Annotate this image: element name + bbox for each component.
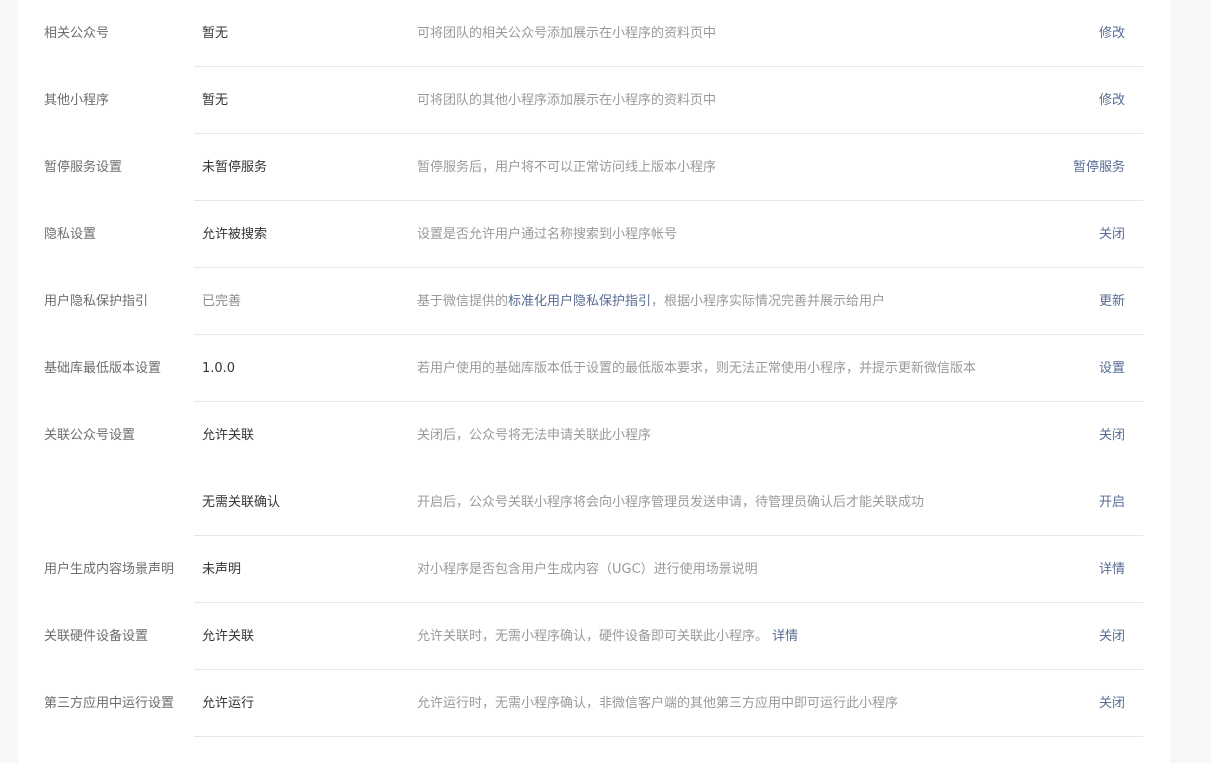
row-divider [194, 736, 1143, 737]
setting-row-link-official-account: 关联公众号设置 允许关联 关闭后，公众号将无法申请关联此小程序 关闭 [18, 402, 1170, 469]
setting-description: 基于微信提供的标准化用户隐私保护指引，根据小程序实际情况完善并展示给用户 [417, 268, 885, 335]
setting-label: 第三方应用中运行设置 [44, 696, 175, 711]
setting-value: 暂无 [202, 93, 229, 108]
close-search-link[interactable]: 关闭 [1099, 201, 1125, 268]
setting-label: 相关公众号 [44, 26, 110, 41]
setting-row-privacy: 隐私设置 允许被搜索 设置是否允许用户通过名称搜索到小程序帐号 关闭 [18, 201, 1170, 268]
ugc-details-link[interactable]: 详情 [1099, 536, 1125, 603]
modify-related-accounts-link[interactable]: 修改 [1099, 0, 1125, 67]
privacy-guide-link[interactable]: 标准化用户隐私保护指引 [508, 294, 651, 309]
setting-description: 关闭后，公众号将无法申请关联此小程序 [417, 428, 652, 443]
setting-row-pause-service: 暂停服务设置 未暂停服务 暂停服务后，用户将不可以正常访问线上版本小程序 暂停服… [18, 134, 1170, 201]
setting-row-other-mini-programs: 其他小程序 暂无 可将团队的其他小程序添加展示在小程序的资料页中 修改 [18, 67, 1170, 134]
setting-value: 未声明 [202, 562, 242, 577]
settings-card: 相关公众号 暂无 可将团队的相关公众号添加展示在小程序的资料页中 修改 其他小程… [18, 0, 1170, 763]
setting-description: 开启后，公众号关联小程序将会向小程序管理员发送申请，待管理员确认后才能关联成功 [417, 495, 925, 510]
setting-value: 未暂停服务 [202, 160, 268, 175]
setting-label: 基础库最低版本设置 [44, 361, 162, 376]
setting-description: 设置是否允许用户通过名称搜索到小程序帐号 [417, 227, 678, 242]
description-text: 基于微信提供的 [417, 294, 509, 309]
setting-row-min-lib-version: 基础库最低版本设置 1.0.0 若用户使用的基础库版本低于设置的最低版本要求，则… [18, 335, 1170, 402]
description-text: 允许关联时，无需小程序确认，硬件设备即可关联此小程序。 [417, 629, 769, 644]
pause-service-link[interactable]: 暂停服务 [1073, 134, 1125, 201]
set-min-version-link[interactable]: 设置 [1099, 335, 1125, 402]
setting-label: 关联硬件设备设置 [44, 629, 149, 644]
setting-description: 可将团队的相关公众号添加展示在小程序的资料页中 [417, 26, 717, 41]
setting-label: 用户生成内容场景声明 [44, 562, 175, 577]
setting-description: 若用户使用的基础库版本低于设置的最低版本要求，则无法正常使用小程序，并提示更新微… [417, 361, 977, 376]
setting-value: 允许关联 [202, 428, 255, 443]
update-privacy-guide-link[interactable]: 更新 [1099, 268, 1125, 335]
hardware-details-link[interactable]: 详情 [772, 629, 798, 644]
setting-description: 暂停服务后，用户将不可以正常访问线上版本小程序 [417, 160, 717, 175]
enable-link-confirmation-link[interactable]: 开启 [1099, 469, 1125, 536]
setting-value: 允许关联 [202, 629, 255, 644]
setting-value: 允许运行 [202, 696, 255, 711]
description-text: ，根据小程序实际情况完善并展示给用户 [651, 294, 886, 309]
setting-value: 已完善 [202, 294, 242, 309]
setting-description: 允许运行时，无需小程序确认，非微信客户端的其他第三方应用中即可运行此小程序 [417, 696, 899, 711]
setting-description: 对小程序是否包含用户生成内容（UGC）进行使用场景说明 [417, 562, 758, 577]
setting-row-related-official-accounts: 相关公众号 暂无 可将团队的相关公众号添加展示在小程序的资料页中 修改 [18, 0, 1170, 67]
setting-label: 暂停服务设置 [44, 160, 123, 175]
close-hardware-link[interactable]: 关闭 [1099, 603, 1125, 670]
setting-row-ugc-declaration: 用户生成内容场景声明 未声明 对小程序是否包含用户生成内容（UGC）进行使用场景… [18, 536, 1170, 603]
modify-other-mini-programs-link[interactable]: 修改 [1099, 67, 1125, 134]
setting-row-third-party-app: 第三方应用中运行设置 允许运行 允许运行时，无需小程序确认，非微信客户端的其他第… [18, 670, 1170, 737]
setting-row-link-confirmation: 无需关联确认 开启后，公众号关联小程序将会向小程序管理员发送申请，待管理员确认后… [18, 469, 1170, 536]
close-link-account-link[interactable]: 关闭 [1099, 402, 1125, 469]
setting-description: 允许关联时，无需小程序确认，硬件设备即可关联此小程序。 详情 [417, 603, 798, 670]
setting-value: 暂无 [202, 26, 229, 41]
setting-label: 用户隐私保护指引 [44, 294, 149, 309]
setting-value: 无需关联确认 [202, 495, 281, 510]
setting-label: 其他小程序 [44, 93, 110, 108]
setting-description: 可将团队的其他小程序添加展示在小程序的资料页中 [417, 93, 717, 108]
setting-label: 关联公众号设置 [44, 428, 136, 443]
setting-row-hardware-device: 关联硬件设备设置 允许关联 允许关联时，无需小程序确认，硬件设备即可关联此小程序… [18, 603, 1170, 670]
setting-value: 允许被搜索 [202, 227, 268, 242]
close-third-party-run-link[interactable]: 关闭 [1099, 670, 1125, 737]
setting-row-user-privacy-guide: 用户隐私保护指引 已完善 基于微信提供的标准化用户隐私保护指引，根据小程序实际情… [18, 268, 1170, 335]
setting-value: 1.0.0 [202, 361, 236, 376]
setting-label: 隐私设置 [44, 227, 97, 242]
